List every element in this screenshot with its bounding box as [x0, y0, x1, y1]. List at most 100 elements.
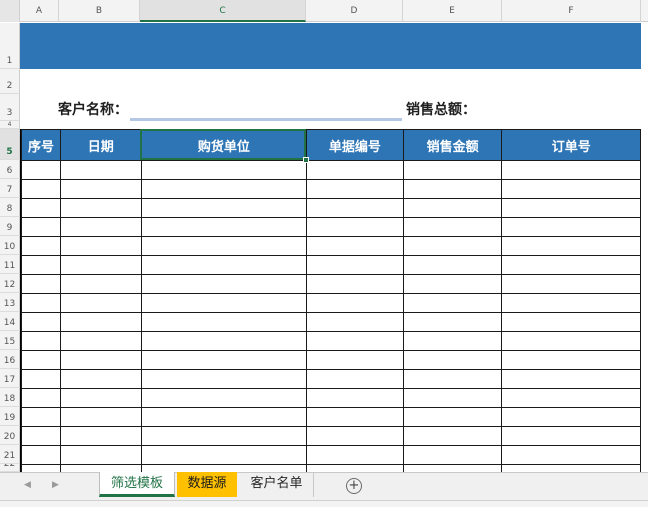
row-header-20[interactable]: 20: [0, 426, 20, 445]
table-cell[interactable]: [402, 407, 503, 427]
table-cell[interactable]: [306, 445, 404, 465]
row-header-3[interactable]: 3: [0, 94, 20, 121]
table-cell[interactable]: [402, 369, 503, 389]
table-cell[interactable]: [501, 160, 641, 180]
table-cell[interactable]: [59, 445, 142, 465]
table-cell[interactable]: [21, 217, 61, 237]
table-cell[interactable]: [59, 369, 142, 389]
table-cell[interactable]: [501, 179, 641, 199]
table-cell[interactable]: [402, 350, 503, 370]
table-cell[interactable]: [306, 198, 404, 218]
row-header-16[interactable]: 16: [0, 350, 20, 369]
column-header-a[interactable]: A: [20, 0, 59, 22]
table-cell[interactable]: [306, 350, 404, 370]
row-header-5[interactable]: 5: [0, 129, 20, 160]
table-cell[interactable]: [59, 312, 142, 332]
header-sales-amount[interactable]: 销售金额: [402, 129, 503, 161]
table-cell[interactable]: [501, 445, 641, 465]
row-header-1[interactable]: 1: [0, 23, 20, 69]
table-cell[interactable]: [306, 274, 404, 294]
table-cell[interactable]: [402, 426, 503, 446]
row-header-19[interactable]: 19: [0, 407, 20, 426]
fill-handle[interactable]: [303, 157, 309, 163]
table-cell[interactable]: [501, 464, 641, 472]
table-cell[interactable]: [306, 217, 404, 237]
table-cell[interactable]: [59, 464, 142, 472]
table-cell[interactable]: [140, 388, 308, 408]
table-cell[interactable]: [59, 217, 142, 237]
table-cell[interactable]: [140, 350, 308, 370]
table-cell[interactable]: [306, 293, 404, 313]
table-cell[interactable]: [140, 255, 308, 275]
row-header-22[interactable]: 22: [0, 464, 20, 472]
table-cell[interactable]: [59, 331, 142, 351]
add-sheet-plus-icon[interactable]: +: [346, 478, 362, 494]
table-cell[interactable]: [306, 388, 404, 408]
table-cell[interactable]: [59, 388, 142, 408]
table-cell[interactable]: [140, 445, 308, 465]
table-cell[interactable]: [21, 255, 61, 275]
row-header-14[interactable]: 14: [0, 312, 20, 331]
table-cell[interactable]: [501, 312, 641, 332]
header-serial-number[interactable]: 序号: [21, 129, 61, 161]
header-date[interactable]: 日期: [59, 129, 142, 161]
row-header-11[interactable]: 11: [0, 255, 20, 274]
column-header-b[interactable]: B: [59, 0, 140, 22]
table-cell[interactable]: [501, 331, 641, 351]
table-cell[interactable]: [402, 255, 503, 275]
table-cell[interactable]: [59, 255, 142, 275]
table-cell[interactable]: [501, 217, 641, 237]
table-cell[interactable]: [21, 312, 61, 332]
table-cell[interactable]: [140, 293, 308, 313]
column-header-f[interactable]: F: [502, 0, 641, 22]
table-cell[interactable]: [59, 179, 142, 199]
table-cell[interactable]: [306, 464, 404, 472]
sheet-tab-data-source[interactable]: 数据源: [177, 472, 237, 497]
table-cell[interactable]: [21, 198, 61, 218]
table-cell[interactable]: [402, 445, 503, 465]
table-cell[interactable]: [59, 293, 142, 313]
table-cell[interactable]: [306, 331, 404, 351]
table-cell[interactable]: [21, 331, 61, 351]
table-cell[interactable]: [59, 198, 142, 218]
table-cell[interactable]: [402, 464, 503, 472]
sheet-tab-customer-list[interactable]: 客户名单: [240, 472, 314, 497]
row-header-12[interactable]: 12: [0, 274, 20, 293]
sheet-tab-filter-template[interactable]: 筛选模板: [99, 472, 175, 497]
table-cell[interactable]: [501, 388, 641, 408]
table-cell[interactable]: [306, 179, 404, 199]
table-cell[interactable]: [140, 407, 308, 427]
table-cell[interactable]: [140, 369, 308, 389]
table-cell[interactable]: [59, 274, 142, 294]
customer-name-underline[interactable]: [130, 118, 402, 121]
header-order-number[interactable]: 订单号: [501, 129, 641, 161]
row-header-2[interactable]: 2: [0, 69, 20, 94]
row-header-18[interactable]: 18: [0, 388, 20, 407]
column-header-e[interactable]: E: [403, 0, 502, 22]
table-cell[interactable]: [21, 179, 61, 199]
table-cell[interactable]: [140, 198, 308, 218]
table-cell[interactable]: [21, 350, 61, 370]
table-cell[interactable]: [140, 274, 308, 294]
table-cell[interactable]: [306, 407, 404, 427]
row-header-10[interactable]: 10: [0, 236, 20, 255]
table-cell[interactable]: [501, 293, 641, 313]
table-cell[interactable]: [402, 274, 503, 294]
table-cell[interactable]: [140, 464, 308, 472]
row-header-17[interactable]: 17: [0, 369, 20, 388]
scroll-tabs-left-icon[interactable]: ◀: [24, 480, 31, 490]
row-header-13[interactable]: 13: [0, 293, 20, 312]
row-header-6[interactable]: 6: [0, 160, 20, 179]
column-header-d[interactable]: D: [306, 0, 403, 22]
table-cell[interactable]: [140, 160, 308, 180]
table-cell[interactable]: [306, 369, 404, 389]
row-header-7[interactable]: 7: [0, 179, 20, 198]
table-cell[interactable]: [501, 236, 641, 256]
table-cell[interactable]: [59, 407, 142, 427]
table-cell[interactable]: [402, 236, 503, 256]
table-cell[interactable]: [501, 255, 641, 275]
row-header-9[interactable]: 9: [0, 217, 20, 236]
row-header-21[interactable]: 21: [0, 445, 20, 464]
table-cell[interactable]: [59, 236, 142, 256]
table-cell[interactable]: [402, 388, 503, 408]
